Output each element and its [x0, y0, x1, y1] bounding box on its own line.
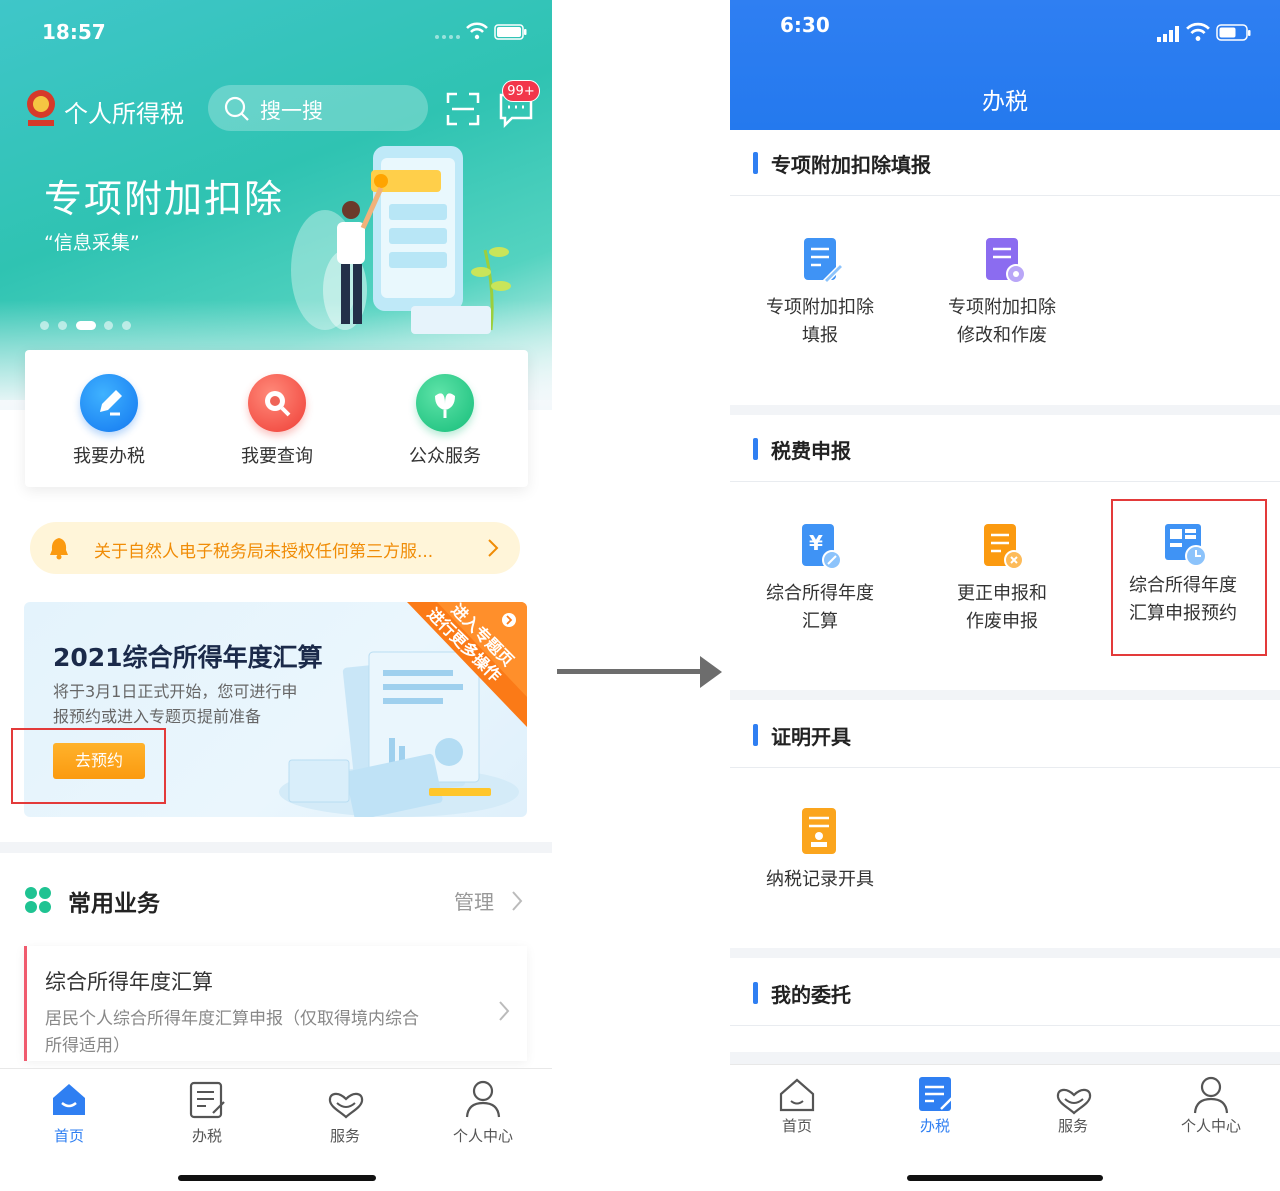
chevron-right-icon [488, 539, 499, 557]
quick-action-label: 公众服务 [409, 446, 481, 467]
battery-icon [1216, 24, 1251, 41]
service-item-desc-line2: 所得适用） [45, 1036, 130, 1056]
search-placeholder: 搜一搜 [260, 99, 323, 123]
tab-tax[interactable]: 办税 [890, 1075, 980, 1145]
home-indicator [907, 1175, 1103, 1181]
tab-service[interactable]: 服务 [1028, 1075, 1118, 1145]
battery-icon [494, 24, 527, 40]
document-edit-icon [804, 238, 844, 285]
right-phone-screen: 6:30 办税 专项附加扣除填报 专项附加扣除 填报 专项附加扣除 修改和作废 … [730, 0, 1280, 1191]
hero-subtitle: “信息采集” [44, 232, 140, 254]
hero-title: 专项附加扣除 [44, 177, 285, 221]
user-icon [1193, 1076, 1229, 1114]
certificate-stamp-icon [802, 808, 836, 854]
pen-icon [80, 374, 138, 432]
magnifier-icon [248, 374, 306, 432]
document-settings-icon [986, 238, 1026, 284]
tab-service[interactable]: 服务 [300, 1077, 390, 1147]
carousel-dot[interactable] [40, 321, 49, 330]
carousel-dot[interactable] [104, 321, 113, 330]
quick-action-label: 我要查询 [241, 446, 313, 467]
document-pen-icon [919, 1077, 955, 1111]
function-label: 专项附加扣除 填报 [766, 297, 874, 346]
quick-action-public[interactable]: 公众服务 [385, 366, 505, 476]
function-label: 专项附加扣除 修改和作废 [948, 297, 1056, 346]
home-icon [779, 1078, 815, 1112]
tab-profile[interactable]: 个人中心 [438, 1077, 528, 1147]
banner-desc-line1: 将于3月1日正式开始，您可进行申 [53, 682, 298, 701]
highlight-box [1111, 499, 1267, 656]
wifi-icon [1186, 22, 1210, 41]
banner-title: 2021综合所得年度汇算 [53, 643, 323, 672]
notice-bar[interactable]: 关于自然人电子税务局未授权任何第三方服... [30, 522, 520, 574]
search-input[interactable]: 搜一搜 [208, 85, 428, 131]
tab-home[interactable]: 首页 [24, 1077, 114, 1147]
status-time: 6:30 [780, 13, 830, 37]
page-title: 办税 [982, 89, 1028, 115]
flower-icon [416, 374, 474, 432]
signal-icon [1157, 26, 1179, 42]
user-icon [465, 1080, 501, 1118]
bottom-tab-bar: 首页 办税 服务 个人中心 [0, 1068, 552, 1191]
left-phone-screen: 18:57 个人所得税 搜一搜 99+ 专项附加扣除 “信息采集” 我要办税 我… [0, 0, 552, 1191]
service-item-title: 综合所得年度汇算 [45, 970, 213, 994]
bottom-tab-bar: 首页 办税 服务 个人中心 [730, 1064, 1280, 1191]
tax-emblem-icon [27, 90, 55, 126]
common-services-title: 常用业务 [68, 891, 160, 917]
heart-hand-icon [328, 1092, 364, 1119]
section-title-special-deduction: 专项附加扣除填报 [771, 153, 931, 177]
correction-filing-item[interactable]: 更正申报和 作废申报 [932, 516, 1072, 646]
chevron-right-icon [499, 1001, 510, 1021]
tab-home[interactable]: 首页 [752, 1075, 842, 1145]
tab-profile[interactable]: 个人中心 [1166, 1075, 1256, 1145]
app-title: 个人所得税 [64, 100, 184, 128]
common-service-item[interactable]: 综合所得年度汇算 居民个人综合所得年度汇算申报（仅取得境内综合 所得适用） [24, 946, 527, 1061]
message-badge: 99+ [502, 80, 540, 102]
special-deduction-fill-item[interactable]: 专项附加扣除 填报 [750, 230, 890, 360]
annual-settlement-item[interactable]: ¥ 综合所得年度 汇算 [750, 516, 890, 646]
home-indicator [178, 1175, 376, 1181]
svg-text:¥: ¥ [809, 531, 823, 555]
arrow-head-icon [700, 656, 722, 688]
transition-arrow [557, 669, 705, 674]
tax-record-certificate-item[interactable]: 纳税记录开具 [750, 802, 890, 902]
banner-desc-line2: 报预约或进入专题页提前准备 [53, 707, 262, 726]
quick-action-query[interactable]: 我要查询 [217, 366, 337, 476]
tab-tax[interactable]: 办税 [162, 1077, 252, 1147]
bell-icon [50, 538, 68, 560]
home-icon [53, 1084, 85, 1115]
section-title-certificate: 证明开具 [771, 725, 851, 749]
document-yuan-icon: ¥ [802, 524, 842, 570]
document-pen-icon [189, 1081, 225, 1119]
quick-action-tax[interactable]: 我要办税 [49, 366, 169, 476]
carousel-dot[interactable] [58, 321, 67, 330]
heart-hand-icon [1056, 1088, 1092, 1115]
carousel-dot-active[interactable] [76, 321, 96, 330]
scan-icon[interactable] [446, 92, 480, 126]
search-icon [224, 96, 249, 121]
hero-illustration [291, 146, 511, 334]
grid-icon [25, 887, 51, 913]
section-title-my-delegation: 我的委托 [771, 983, 851, 1007]
special-deduction-modify-item[interactable]: 专项附加扣除 修改和作废 [932, 230, 1072, 360]
section-title-tax-filing: 税费申报 [771, 439, 851, 463]
carousel-dot[interactable] [122, 321, 131, 330]
function-label: 纳税记录开具 [766, 869, 874, 890]
function-label: 综合所得年度 汇算 [766, 583, 874, 632]
notice-text: 关于自然人电子税务局未授权任何第三方服... [94, 542, 434, 562]
document-cancel-icon [984, 524, 1024, 570]
quick-actions-card: 我要办税 我要查询 公众服务 [25, 350, 528, 487]
status-time: 18:57 [42, 20, 106, 44]
service-item-desc-line1: 居民个人综合所得年度汇算申报（仅取得境内综合 [45, 1009, 419, 1029]
chevron-right-icon [512, 891, 523, 911]
quick-action-label: 我要办税 [73, 446, 145, 467]
manage-link[interactable]: 管理 [454, 886, 494, 915]
signal-icon [435, 35, 460, 39]
wifi-icon [466, 22, 488, 40]
function-label: 更正申报和 作废申报 [957, 583, 1047, 632]
highlight-box [11, 728, 166, 804]
